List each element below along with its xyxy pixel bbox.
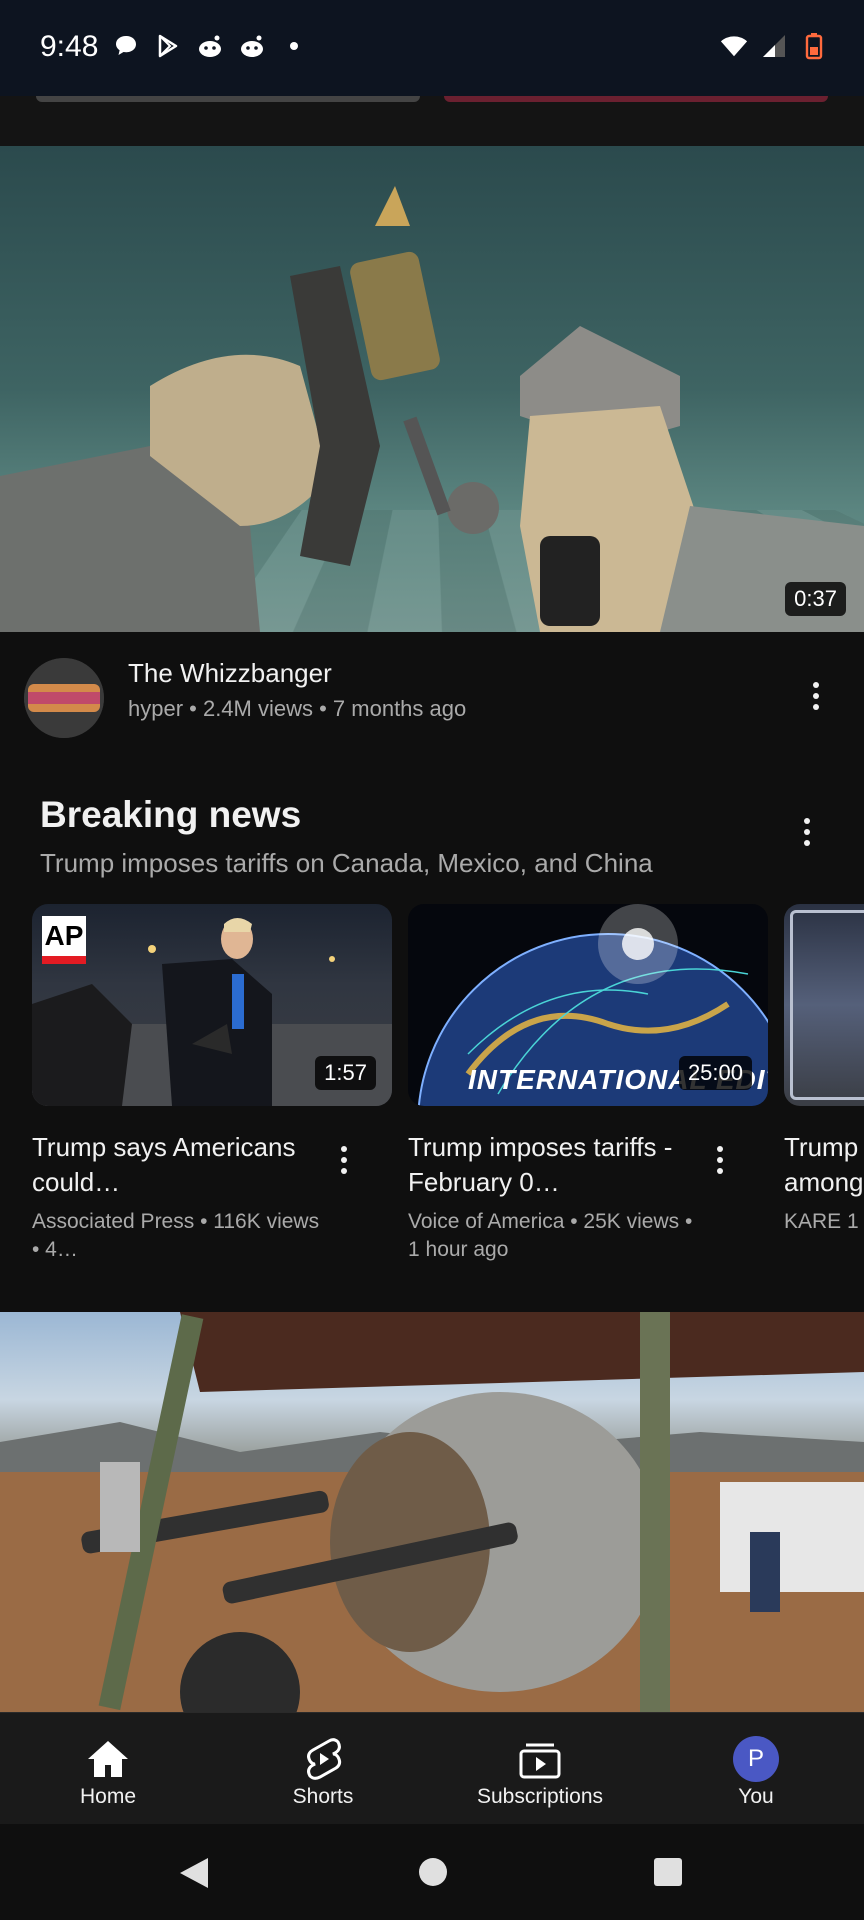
news-card[interactable]: Trump among KARE 1 views •: [784, 904, 864, 1304]
nav-you[interactable]: P You: [676, 1713, 836, 1825]
video-title[interactable]: The Whizzbanger: [128, 658, 332, 689]
avatar: P: [733, 1736, 779, 1782]
status-time: 9:48: [40, 30, 99, 63]
shelf-title: Breaking news: [40, 794, 302, 835]
nav-label: Subscriptions: [476, 1785, 604, 1808]
video-meta: Associated Press • 116K views • 4…: [32, 1210, 320, 1261]
video-title[interactable]: Trump among: [784, 1130, 864, 1200]
video-duration: 1:57: [315, 1056, 376, 1090]
wifi-icon: [720, 32, 748, 60]
signal-icon: [760, 32, 788, 60]
nav-label: Home: [79, 1785, 137, 1808]
progress-bar: [36, 96, 420, 102]
video-thumbnail[interactable]: INTERNATIONAL EDITION 25:00: [408, 904, 768, 1106]
video-thumbnail[interactable]: 0:37: [0, 146, 864, 632]
progress-bar: [444, 96, 828, 102]
video-details[interactable]: The Whizzbanger hyper • 2.4M views • 7 m…: [0, 632, 864, 752]
ap-logo-text: AP: [44, 920, 84, 951]
nav-home[interactable]: Home: [28, 1713, 188, 1825]
video-thumbnail[interactable]: [784, 904, 864, 1106]
back-icon[interactable]: [178, 1856, 210, 1895]
channel-avatar[interactable]: [24, 658, 104, 738]
home-circle-icon[interactable]: [417, 1856, 449, 1893]
video-meta: KARE 1 views •: [784, 1210, 864, 1233]
more-options-icon[interactable]: [700, 1136, 740, 1184]
recents-icon[interactable]: [652, 1856, 684, 1893]
nav-label: You: [738, 1785, 774, 1808]
video-title[interactable]: Trump says Americans could…: [32, 1130, 322, 1200]
nav-label: Shorts: [292, 1785, 354, 1808]
video-thumbnail[interactable]: [0, 1312, 864, 1712]
reddit-icon: [196, 32, 224, 60]
bottom-navigation: Home Shorts Subscriptions P You: [0, 1712, 864, 1824]
video-meta: Voice of America • 25K views • 1 hour ag…: [408, 1210, 693, 1261]
video-duration: 25:00: [678, 1056, 752, 1090]
home-icon: [86, 1737, 130, 1781]
news-card[interactable]: AP 1:57 Trump says Americans could… Asso…: [32, 904, 392, 1261]
shelf-subtitle: Trump imposes tariffs on Canada, Mexico,…: [40, 848, 653, 878]
dot-icon: [280, 32, 308, 60]
more-options-icon[interactable]: [324, 1136, 364, 1184]
subscriptions-icon: [518, 1737, 562, 1781]
video-meta: hyper • 2.4M views • 7 months ago: [128, 696, 467, 721]
news-card[interactable]: INTERNATIONAL EDITION 25:00 Trump impose…: [408, 904, 768, 1261]
system-navigation-bar: [0, 1824, 864, 1920]
play-store-icon: [154, 32, 182, 60]
system-status-icons: [720, 32, 828, 60]
shorts-icon: [303, 1737, 343, 1781]
status-bar: 9:48: [0, 0, 864, 96]
nav-shorts[interactable]: Shorts: [243, 1713, 403, 1825]
more-options-icon[interactable]: [787, 808, 827, 856]
previous-content-strip: [0, 96, 864, 146]
video-duration: 0:37: [785, 582, 846, 616]
thumbnail-image: [0, 186, 864, 632]
video-title[interactable]: Trump imposes tariffs - February 0…: [408, 1130, 698, 1200]
thumbnail-image: [0, 1312, 864, 1712]
notification-icons: [112, 32, 308, 60]
chat-bubble-icon: [112, 32, 140, 60]
video-thumbnail[interactable]: AP 1:57: [32, 904, 392, 1106]
ap-logo: AP: [42, 916, 86, 964]
nav-subscriptions[interactable]: Subscriptions: [460, 1713, 620, 1825]
battery-icon: [800, 32, 828, 60]
more-options-icon[interactable]: [796, 672, 836, 720]
breaking-news-shelf: Breaking news Trump imposes tariffs on C…: [0, 752, 864, 1312]
reddit-icon: [238, 32, 266, 60]
nav-icon: P: [733, 1736, 779, 1782]
